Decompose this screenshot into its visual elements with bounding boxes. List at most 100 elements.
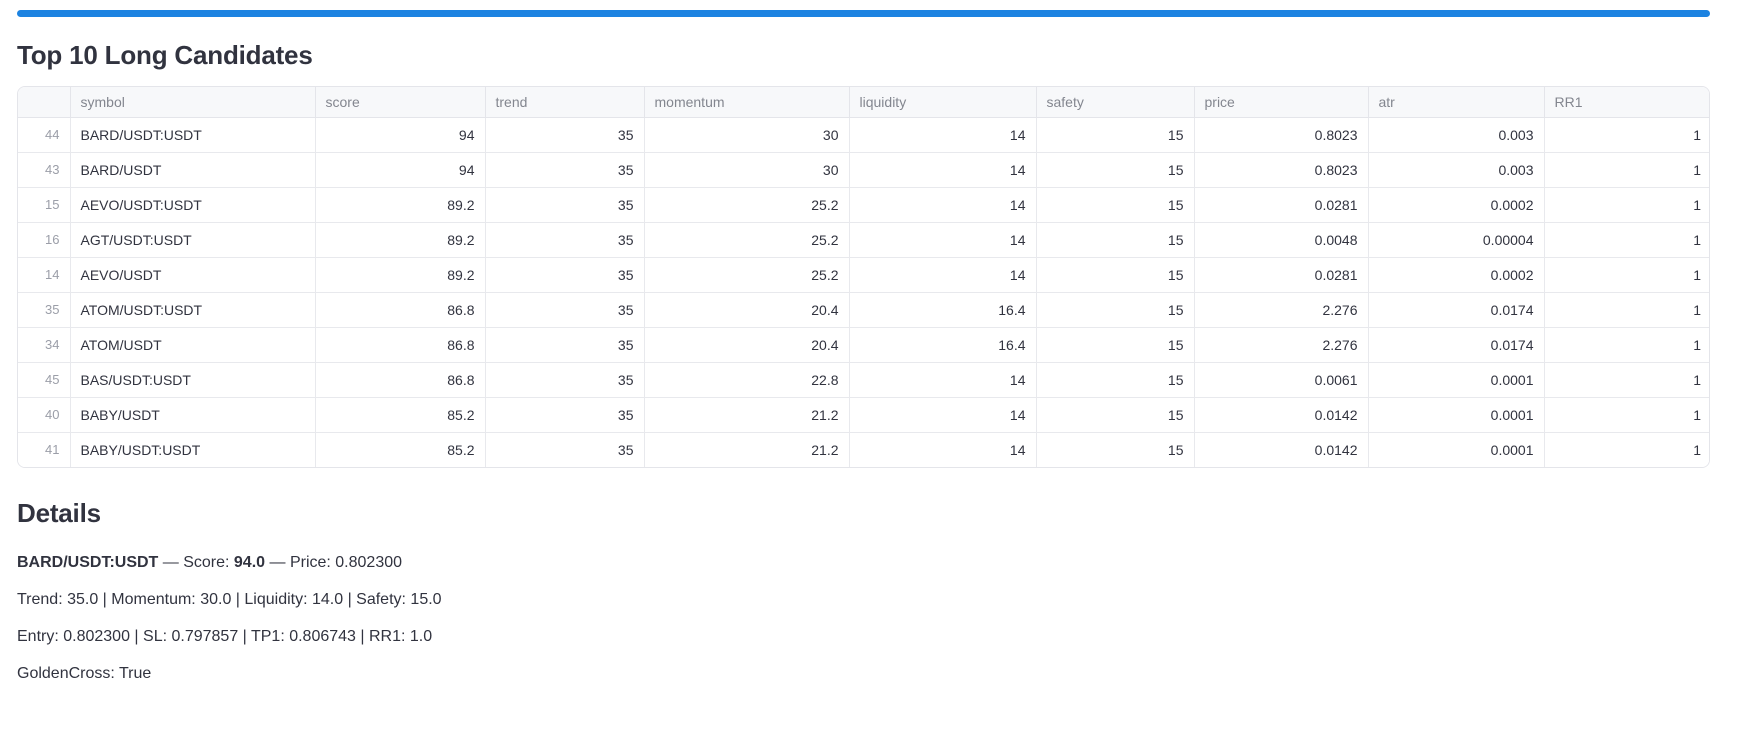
- cell-atr[interactable]: 0.0002: [1367, 257, 1544, 293]
- col-header-liquidity[interactable]: liquidity: [848, 87, 1036, 118]
- cell-symbol[interactable]: ATOM/USDT: [69, 327, 315, 363]
- cell-atr[interactable]: 0.0001: [1367, 432, 1544, 467]
- cell-trend[interactable]: 35: [484, 292, 644, 328]
- cell-liquidity[interactable]: 16.4: [848, 292, 1036, 328]
- cell-score[interactable]: 86.8: [314, 362, 485, 398]
- cell-trend[interactable]: 35: [484, 397, 644, 433]
- cell-atr[interactable]: 0.003: [1367, 117, 1544, 153]
- cell-safety[interactable]: 15: [1035, 187, 1194, 223]
- cell-row-index[interactable]: 40: [18, 397, 70, 433]
- cell-price[interactable]: 0.8023: [1193, 117, 1368, 153]
- cell-row-index[interactable]: 16: [18, 222, 70, 258]
- cell-score[interactable]: 89.2: [314, 257, 485, 293]
- cell-price[interactable]: 0.0142: [1193, 397, 1368, 433]
- col-header-symbol[interactable]: symbol: [69, 87, 315, 118]
- col-header-atr[interactable]: atr: [1367, 87, 1544, 118]
- cell-symbol[interactable]: AEVO/USDT:USDT: [69, 187, 315, 223]
- cell-momentum[interactable]: 25.2: [643, 187, 849, 223]
- cell-momentum[interactable]: 20.4: [643, 292, 849, 328]
- cell-score[interactable]: 85.2: [314, 397, 485, 433]
- col-header-index[interactable]: [18, 87, 70, 118]
- cell-rr1[interactable]: 1: [1543, 117, 1709, 153]
- cell-trend[interactable]: 35: [484, 187, 644, 223]
- col-header-safety[interactable]: safety: [1035, 87, 1194, 118]
- cell-atr[interactable]: 0.0001: [1367, 397, 1544, 433]
- cell-rr1[interactable]: 1: [1543, 327, 1709, 363]
- col-header-price[interactable]: price: [1193, 87, 1368, 118]
- cell-safety[interactable]: 15: [1035, 257, 1194, 293]
- cell-momentum[interactable]: 25.2: [643, 257, 849, 293]
- cell-symbol[interactable]: ATOM/USDT:USDT: [69, 292, 315, 328]
- cell-liquidity[interactable]: 16.4: [848, 327, 1036, 363]
- cell-score[interactable]: 89.2: [314, 222, 485, 258]
- cell-rr1[interactable]: 1: [1543, 362, 1709, 398]
- cell-price[interactable]: 0.8023: [1193, 152, 1368, 188]
- cell-atr[interactable]: 0.0001: [1367, 362, 1544, 398]
- cell-score[interactable]: 94: [314, 152, 485, 188]
- cell-symbol[interactable]: AGT/USDT:USDT: [69, 222, 315, 258]
- cell-trend[interactable]: 35: [484, 432, 644, 467]
- cell-atr[interactable]: 0.0174: [1367, 327, 1544, 363]
- cell-safety[interactable]: 15: [1035, 362, 1194, 398]
- cell-price[interactable]: 0.0048: [1193, 222, 1368, 258]
- cell-symbol[interactable]: AEVO/USDT: [69, 257, 315, 293]
- cell-rr1[interactable]: 1: [1543, 292, 1709, 328]
- col-header-momentum[interactable]: momentum: [643, 87, 849, 118]
- cell-row-index[interactable]: 41: [18, 432, 70, 467]
- cell-score[interactable]: 86.8: [314, 292, 485, 328]
- cell-price[interactable]: 2.276: [1193, 292, 1368, 328]
- cell-price[interactable]: 0.0142: [1193, 432, 1368, 467]
- cell-momentum[interactable]: 30: [643, 152, 849, 188]
- cell-liquidity[interactable]: 14: [848, 152, 1036, 188]
- cell-safety[interactable]: 15: [1035, 432, 1194, 467]
- cell-price[interactable]: 0.0281: [1193, 257, 1368, 293]
- cell-liquidity[interactable]: 14: [848, 362, 1036, 398]
- cell-safety[interactable]: 15: [1035, 152, 1194, 188]
- cell-liquidity[interactable]: 14: [848, 117, 1036, 153]
- cell-rr1[interactable]: 1: [1543, 257, 1709, 293]
- cell-momentum[interactable]: 22.8: [643, 362, 849, 398]
- cell-score[interactable]: 85.2: [314, 432, 485, 467]
- cell-safety[interactable]: 15: [1035, 292, 1194, 328]
- cell-trend[interactable]: 35: [484, 362, 644, 398]
- cell-atr[interactable]: 0.00004: [1367, 222, 1544, 258]
- cell-momentum[interactable]: 21.2: [643, 432, 849, 467]
- cell-atr[interactable]: 0.003: [1367, 152, 1544, 188]
- cell-momentum[interactable]: 21.2: [643, 397, 849, 433]
- cell-safety[interactable]: 15: [1035, 117, 1194, 153]
- cell-symbol[interactable]: BAS/USDT:USDT: [69, 362, 315, 398]
- cell-symbol[interactable]: BARD/USDT:USDT: [69, 117, 315, 153]
- cell-row-index[interactable]: 15: [18, 187, 70, 223]
- cell-rr1[interactable]: 1: [1543, 222, 1709, 258]
- cell-liquidity[interactable]: 14: [848, 257, 1036, 293]
- cell-price[interactable]: 0.0061: [1193, 362, 1368, 398]
- cell-liquidity[interactable]: 14: [848, 187, 1036, 223]
- cell-liquidity[interactable]: 14: [848, 397, 1036, 433]
- cell-momentum[interactable]: 25.2: [643, 222, 849, 258]
- cell-atr[interactable]: 0.0002: [1367, 187, 1544, 223]
- cell-row-index[interactable]: 43: [18, 152, 70, 188]
- cell-liquidity[interactable]: 14: [848, 432, 1036, 467]
- cell-score[interactable]: 89.2: [314, 187, 485, 223]
- cell-symbol[interactable]: BARD/USDT: [69, 152, 315, 188]
- cell-trend[interactable]: 35: [484, 152, 644, 188]
- cell-trend[interactable]: 35: [484, 222, 644, 258]
- cell-atr[interactable]: 0.0174: [1367, 292, 1544, 328]
- cell-momentum[interactable]: 20.4: [643, 327, 849, 363]
- cell-score[interactable]: 86.8: [314, 327, 485, 363]
- cell-rr1[interactable]: 1: [1543, 432, 1709, 467]
- cell-trend[interactable]: 35: [484, 327, 644, 363]
- cell-momentum[interactable]: 30: [643, 117, 849, 153]
- cell-rr1[interactable]: 1: [1543, 397, 1709, 433]
- cell-symbol[interactable]: BABY/USDT: [69, 397, 315, 433]
- cell-symbol[interactable]: BABY/USDT:USDT: [69, 432, 315, 467]
- cell-price[interactable]: 0.0281: [1193, 187, 1368, 223]
- col-header-score[interactable]: score: [314, 87, 485, 118]
- cell-liquidity[interactable]: 14: [848, 222, 1036, 258]
- cell-row-index[interactable]: 34: [18, 327, 70, 363]
- cell-row-index[interactable]: 35: [18, 292, 70, 328]
- cell-row-index[interactable]: 45: [18, 362, 70, 398]
- cell-safety[interactable]: 15: [1035, 397, 1194, 433]
- col-header-rr1[interactable]: RR1: [1543, 87, 1709, 118]
- cell-row-index[interactable]: 44: [18, 117, 70, 153]
